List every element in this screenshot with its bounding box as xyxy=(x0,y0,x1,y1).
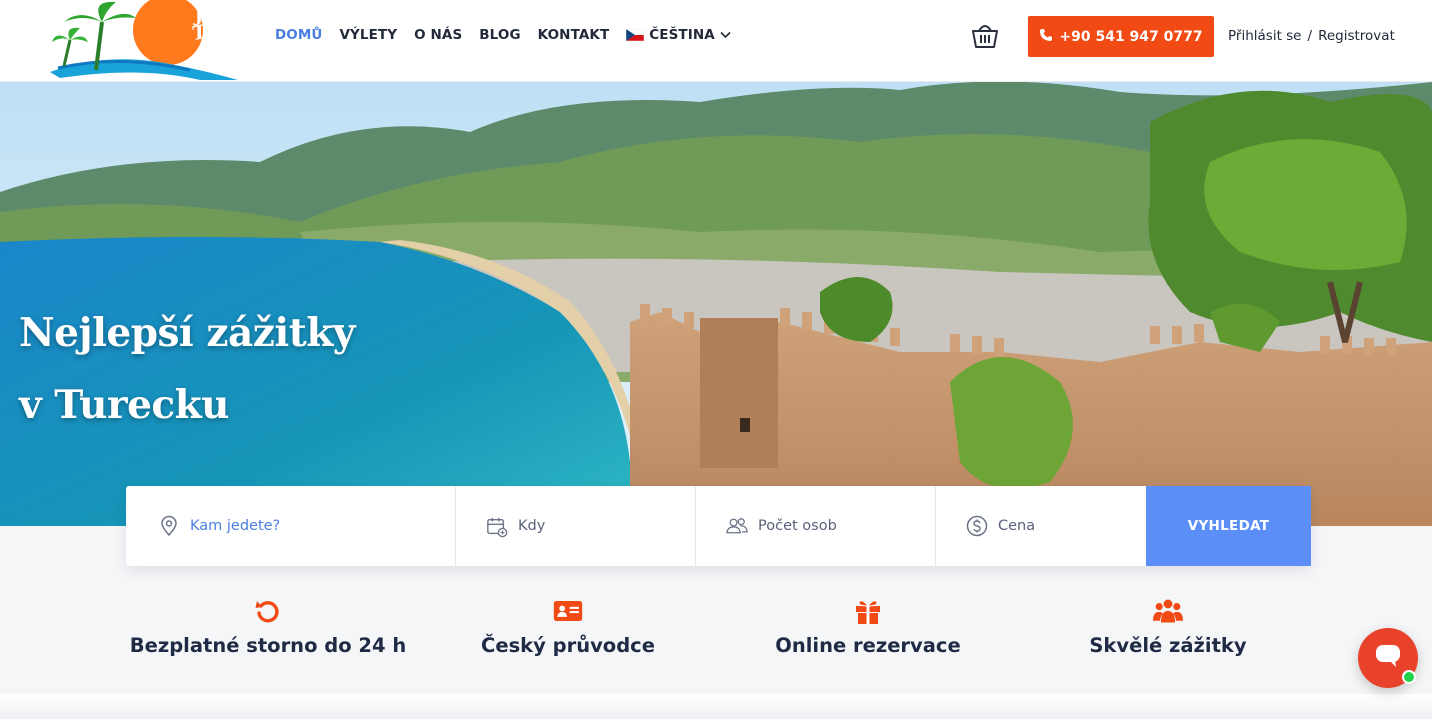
czech-flag-icon xyxy=(626,28,645,42)
calendar-add-icon xyxy=(486,515,508,538)
site-logo[interactable]: Join Trips xyxy=(50,0,248,82)
auth-links: Přihlásit se / Registrovat xyxy=(1228,28,1395,44)
nav-item-home[interactable]: DOMŮ xyxy=(275,27,322,43)
map-pin-icon xyxy=(158,515,180,537)
language-selector[interactable]: ČEŠTINA xyxy=(626,27,731,43)
feature-item: Skvělé zážitky xyxy=(1018,596,1318,657)
nav-item-blog[interactable]: BLOG xyxy=(479,27,520,43)
people-icon xyxy=(726,515,748,537)
search-button[interactable]: VYHLEDAT xyxy=(1146,486,1311,566)
feature-item: Bezplatné storno do 24 h xyxy=(118,596,418,657)
header: Join Trips DOMŮ VÝLETY O NÁS BLOG KONTAK… xyxy=(0,0,1432,82)
hero-title-line-1: Nejlepší zážitky xyxy=(19,310,355,356)
chevron-down-icon xyxy=(720,27,731,43)
destination-field[interactable]: Kam jedete? xyxy=(126,486,456,566)
users-icon xyxy=(1153,596,1183,626)
destination-placeholder: Kam jedete? xyxy=(190,518,281,534)
dollar-icon xyxy=(966,515,988,537)
phone-number: +90 541 947 0777 xyxy=(1059,28,1203,45)
section-divider xyxy=(0,694,1432,719)
auth-separator: / xyxy=(1307,28,1313,44)
online-status-indicator xyxy=(1402,670,1416,684)
search-bar: Kam jedete? Kdy Počet osob Cena VYHLEDAT xyxy=(126,486,1311,566)
nav-item-about[interactable]: O NÁS xyxy=(414,27,462,43)
features-row: Bezplatné storno do 24 h Český průvodce … xyxy=(118,596,1318,657)
logo-text: Join Trips xyxy=(190,0,248,46)
price-placeholder: Cena xyxy=(998,518,1036,534)
hero-title: Nejlepší zážitky v Turecku xyxy=(19,297,355,441)
nav-item-contact[interactable]: KONTAKT xyxy=(538,27,610,43)
nav-item-trips[interactable]: VÝLETY xyxy=(339,27,397,43)
hero-title-line-2: v Turecku xyxy=(19,382,230,428)
undo-icon xyxy=(253,596,283,626)
feature-label: Český průvodce xyxy=(481,634,655,657)
chat-bubble-icon xyxy=(1374,643,1402,673)
gift-icon xyxy=(853,596,883,626)
feature-label: Online rezervace xyxy=(775,634,961,657)
date-field[interactable]: Kdy xyxy=(456,486,696,566)
basket-icon[interactable] xyxy=(968,18,1002,52)
price-field[interactable]: Cena xyxy=(936,486,1146,566)
people-field[interactable]: Počet osob xyxy=(696,486,936,566)
hero-banner: Nejlepší zážitky v Turecku xyxy=(0,82,1432,526)
register-link[interactable]: Registrovat xyxy=(1318,28,1395,44)
feature-item: Český průvodce xyxy=(418,596,718,657)
feature-item: Online rezervace xyxy=(718,596,1018,657)
language-label: ČEŠTINA xyxy=(649,27,715,43)
id-card-icon xyxy=(553,596,583,626)
phone-icon xyxy=(1039,28,1053,46)
feature-label: Bezplatné storno do 24 h xyxy=(129,634,407,657)
people-placeholder: Počet osob xyxy=(758,518,837,534)
login-link[interactable]: Přihlásit se xyxy=(1228,28,1302,44)
feature-label: Skvělé zážitky xyxy=(1089,634,1247,657)
main-nav: DOMŮ VÝLETY O NÁS BLOG KONTAKT ČEŠTINA xyxy=(275,27,731,43)
date-placeholder: Kdy xyxy=(518,518,546,534)
phone-button[interactable]: +90 541 947 0777 xyxy=(1028,16,1214,57)
